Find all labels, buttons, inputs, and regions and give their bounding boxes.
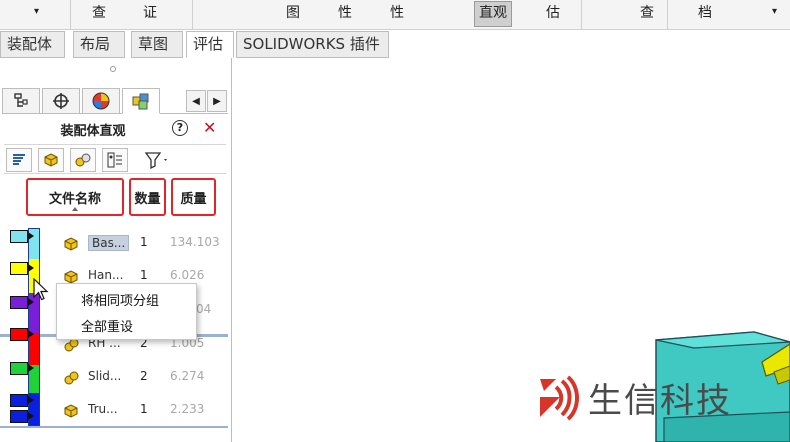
part-icon [44,153,58,167]
tab-layout[interactable]: 布局 [73,31,125,58]
property-manager-tab[interactable] [42,88,80,114]
row-file-name: Tru... [88,402,118,416]
assembly-icon [75,153,91,167]
column-list-icon [107,152,122,168]
gradient-lines-icon [13,154,25,165]
ribbon-dropdown-arrow-right[interactable]: ▾ [772,6,777,17]
panel-grip-handle[interactable] [110,66,116,72]
column-header-file-name-label: 文件名称 [48,191,101,207]
legend-slider-blue-2[interactable] [10,410,34,423]
chevron-right-icon: ▶ [213,95,221,107]
column-settings-button[interactable] [102,148,128,172]
ribbon-button-check[interactable]: 查 [92,2,106,22]
tab-scroll-left-button[interactable]: ◀ [186,90,206,112]
feature-tree-icon [14,93,28,107]
part-icon [64,237,78,251]
crosshair-icon [53,93,69,109]
ribbon-separator [70,0,71,30]
legend-slider-blue-1[interactable] [10,394,34,407]
table-bottom-divider [0,426,228,428]
watermark-logo-icon [540,374,579,421]
legend-slider-red[interactable] [10,328,34,341]
part-icon [64,404,78,418]
tab-assembly[interactable]: 装配体 [0,31,65,58]
ribbon-button-verify[interactable]: 证 [143,2,157,22]
ribbon-separator [581,0,582,30]
command-tabs: 装配体 布局 草图 评估 SOLIDWORKS 插件 [0,31,790,58]
visualization-toolbar [4,144,226,174]
column-header-mass[interactable]: 质量 [171,178,216,216]
mouse-pointer-icon [33,278,49,301]
tab-evaluate[interactable]: 评估 [186,31,234,58]
menu-item-reset-all[interactable]: 全部重设 [81,316,133,335]
legend-slider-green[interactable] [10,362,34,375]
ribbon-button-estimate[interactable]: 估 [546,2,560,22]
row-quantity: 1 [140,235,148,249]
row-mass: 04 [196,302,212,316]
row-quantity: 1 [140,402,148,416]
row-file-name: Slid... [88,369,122,383]
panel-title: 装配体直观 [60,124,126,139]
table-row[interactable]: Bas... 1 134.103 [60,231,230,257]
column-header-file-name[interactable]: 文件名称 [26,178,124,216]
menu-item-group-same[interactable]: 将相同项分组 [81,290,159,309]
part-view-button[interactable] [38,148,64,172]
row-mass: 134.103 [170,235,220,249]
manager-tabs: ◀ ▶ [2,88,228,114]
row-mass: 6.274 [170,369,205,383]
column-header-mass-label: 质量 [180,191,207,207]
filter-icon [144,152,167,169]
assembly-view-button[interactable] [70,148,96,172]
ribbon-button-property-2[interactable]: 性 [390,2,404,22]
assembly-visualization-panel: ◀ ▶ 装配体直观 ? ✕ 文件名称 数量 质量 Bas... 1 134.10… [0,58,232,442]
visualization-cubes-icon [132,93,149,110]
display-manager-tab[interactable] [82,88,120,114]
row-mass: 6.026 [170,268,205,282]
gradient-bar-button[interactable] [6,148,32,172]
ribbon-separator [667,0,668,30]
ribbon-button-visualization[interactable]: 直观 [474,1,512,27]
column-header-quantity-label: 数量 [134,191,161,207]
legend-slider-cyan[interactable] [10,230,34,243]
legend-slider-yellow[interactable] [10,262,34,275]
watermark-text: 生信科技 [588,381,732,421]
tab-solidworks-addins[interactable]: SOLIDWORKS 插件 [236,31,389,58]
close-icon[interactable]: ✕ [203,118,216,137]
row-file-name: Han... [88,268,124,282]
appearance-ball-icon [92,92,110,110]
feature-manager-tab[interactable] [2,88,40,114]
row-file-name: Bas... [88,235,130,251]
context-menu: 将相同项分组 全部重设 [56,283,197,340]
column-header-quantity[interactable]: 数量 [129,178,166,216]
ribbon-button-property-1[interactable]: 性 [338,2,352,22]
column-headers: 文件名称 数量 质量 [0,178,232,337]
ribbon-dropdown-arrow[interactable]: ▾ [34,6,39,17]
ribbon-separator [192,0,193,30]
legend-slider-purple[interactable] [10,296,34,309]
ribbon-button-chart[interactable]: 图 [286,2,300,22]
filter-button[interactable] [140,148,174,172]
watermark-logo: 生信科技 [536,373,732,422]
row-quantity: 2 [140,369,148,383]
chevron-left-icon: ◀ [192,95,200,107]
tab-sketch[interactable]: 草图 [131,31,183,58]
ribbon-button-inspect[interactable]: 查 [640,2,654,22]
tab-scroll-right-button[interactable]: ▶ [207,90,227,112]
assembly-icon [64,371,79,385]
assembly-visualization-tab[interactable] [122,88,160,114]
table-row[interactable]: Slid... 2 6.274 [60,365,230,391]
command-manager-ribbon: ▾ 查 证 图 性 性 直观 估 查 档 ▾ [0,0,790,30]
help-icon[interactable]: ? [172,120,188,136]
ribbon-button-document[interactable]: 档 [698,2,712,22]
table-row[interactable]: Tru... 1 2.233 [60,398,230,424]
sort-ascending-icon [72,207,78,211]
row-quantity: 1 [140,268,148,282]
row-mass: 2.233 [170,402,205,416]
